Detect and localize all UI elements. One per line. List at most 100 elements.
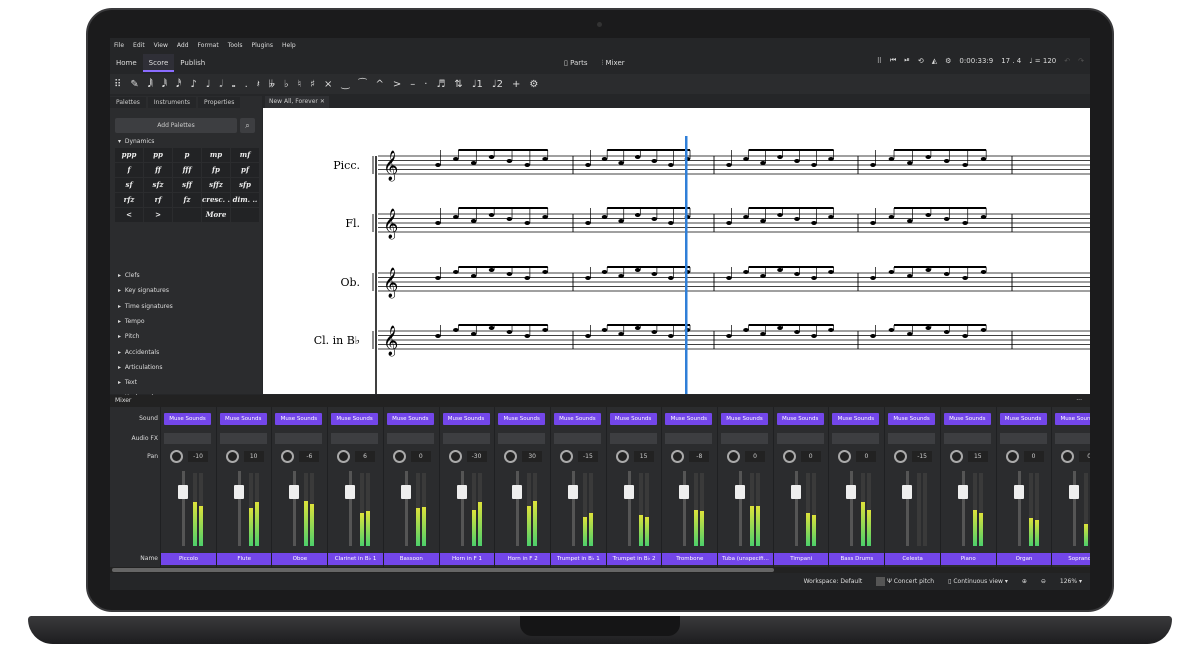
pan-knob[interactable] (727, 450, 740, 463)
volume-fader[interactable] (902, 485, 913, 499)
audio-fx-slot[interactable] (832, 433, 880, 444)
pan-value[interactable]: 0 (410, 451, 431, 462)
loop-icon[interactable]: ⟲ (918, 57, 924, 65)
volume-fader[interactable] (178, 485, 188, 499)
pencil-icon[interactable]: ✎ (130, 79, 138, 90)
pan-value[interactable]: -15 (577, 451, 598, 462)
quarter-icon[interactable]: ♩ (206, 79, 211, 90)
channel-name[interactable]: Horn in F 2 (495, 553, 551, 565)
pan-value[interactable]: 0 (1023, 451, 1044, 462)
dynamic-cell[interactable]: pf (231, 163, 259, 177)
channel-name[interactable]: Clarinet in B♭ 1 (328, 553, 384, 565)
palette-item[interactable]: ▸ Time signatures (118, 303, 173, 310)
pan-value[interactable]: -10 (188, 451, 208, 462)
audio-fx-slot[interactable] (553, 433, 601, 444)
pan-knob[interactable] (504, 450, 518, 463)
voice-1-icon[interactable]: ♩1 (472, 79, 483, 90)
panel-tab-properties[interactable]: Properties (198, 96, 241, 108)
audio-fx-slot[interactable] (498, 433, 546, 444)
dynamic-cell[interactable]: cresc. .. (202, 193, 230, 207)
audio-fx-slot[interactable] (164, 433, 211, 444)
sound-button[interactable]: Muse Sounds (721, 413, 768, 425)
sharp-icon[interactable]: ♯ (310, 79, 315, 90)
dynamic-cell[interactable]: sf (115, 178, 143, 192)
pan-value[interactable]: 15 (633, 451, 654, 462)
pan-value[interactable]: 0 (856, 451, 877, 462)
sound-button[interactable]: Muse Sounds (386, 413, 434, 425)
document-tab[interactable]: New All, Forever ✕ (265, 96, 329, 108)
whole-icon[interactable]: 𝅝 (232, 79, 236, 90)
settings-icon[interactable]: ⚙ (945, 57, 951, 65)
dynamic-cell[interactable]: sff (173, 178, 201, 192)
volume-fader[interactable] (790, 485, 801, 499)
add-palettes-button[interactable]: Add Palettes (115, 118, 237, 133)
volume-fader[interactable] (957, 485, 968, 499)
parts-button[interactable]: ▯ Parts (564, 59, 588, 67)
dynamic-cell[interactable]: mp (202, 148, 230, 162)
channel-name[interactable]: Piano (940, 553, 996, 565)
redo-icon[interactable]: ↷ (1078, 57, 1084, 65)
rewind-icon[interactable]: ⏮ (890, 56, 896, 65)
sound-button[interactable]: Muse Sounds (219, 413, 267, 425)
menu-format[interactable]: Format (198, 42, 219, 49)
panel-tab-instruments[interactable]: Instruments (147, 96, 197, 108)
audio-fx-slot[interactable] (665, 433, 713, 444)
pan-value[interactable]: -15 (912, 451, 933, 462)
volume-fader[interactable] (456, 485, 467, 499)
workspace-selector[interactable]: Workspace: Default (804, 578, 863, 585)
dynamic-cell[interactable]: mf (231, 148, 259, 162)
pan-value[interactable]: 0 (1079, 451, 1090, 462)
pan-knob[interactable] (225, 450, 239, 463)
channel-name[interactable]: Piccolo (161, 553, 216, 565)
dynamic-cell[interactable]: More (202, 208, 230, 222)
dynamic-cell[interactable]: sfp (231, 178, 259, 192)
dynamic-cell[interactable]: < (115, 208, 143, 222)
dynamic-cell[interactable] (173, 208, 201, 222)
sound-button[interactable]: Muse Sounds (275, 413, 323, 425)
undo-icon[interactable]: ↶ (1064, 57, 1070, 65)
palette-item[interactable]: ▸ Articulations (118, 364, 162, 371)
settings-icon[interactable]: ⚙ (529, 79, 538, 90)
pan-value[interactable]: -6 (299, 451, 320, 462)
pan-value[interactable]: -8 (689, 451, 710, 462)
volume-fader[interactable] (623, 485, 634, 499)
zoom-out-icon[interactable]: ⊖ (1041, 578, 1046, 585)
slur-icon[interactable]: ⁀ (358, 79, 366, 90)
menu-help[interactable]: Help (282, 42, 296, 49)
channel-name[interactable]: Horn in F 1 (439, 553, 495, 565)
staccato-icon[interactable]: · (424, 79, 427, 90)
channel-name[interactable]: Timpani (773, 553, 829, 565)
sound-button[interactable]: Muse Sounds (943, 413, 991, 425)
sound-button[interactable]: Muse Sounds (331, 413, 379, 425)
double-sharp-icon[interactable]: × (324, 79, 332, 90)
marcato-icon[interactable]: ^ (375, 79, 383, 90)
pan-knob[interactable] (170, 450, 183, 463)
dynamic-cell[interactable]: fp (202, 163, 230, 177)
pan-value[interactable]: 0 (745, 451, 765, 462)
audio-fx-slot[interactable] (331, 433, 379, 444)
add-icon[interactable]: + (512, 79, 520, 90)
dynamic-cell[interactable]: > (144, 208, 172, 222)
palette-item[interactable]: ▸ Clefs (118, 272, 140, 279)
pan-value[interactable]: -30 (466, 451, 487, 462)
channel-name[interactable]: Bassoon (383, 553, 439, 565)
pan-knob[interactable] (559, 450, 573, 463)
pan-knob[interactable] (281, 450, 295, 463)
menu-file[interactable]: File (114, 42, 124, 49)
pan-knob[interactable] (671, 450, 685, 463)
pan-value[interactable]: 0 (800, 451, 821, 462)
palette-item[interactable]: ▸ Key signatures (118, 287, 169, 294)
zoom-dropdown[interactable]: 126% ▾ (1060, 578, 1082, 585)
double-flat-icon[interactable]: 𝄫 (269, 79, 275, 90)
audio-fx-slot[interactable] (386, 433, 434, 444)
accent-icon[interactable]: > (393, 79, 401, 90)
dynamic-cell[interactable]: fz (173, 193, 201, 207)
dynamic-cell[interactable] (231, 208, 259, 222)
sound-button[interactable]: Muse Sounds (832, 413, 880, 425)
volume-fader[interactable] (233, 485, 244, 499)
score-page[interactable]: Picc. 𝄞 Fl. 𝄞 Ob. 𝄞 Cl. in B♭ 𝄞 (263, 108, 1090, 394)
tab-score[interactable]: Score (142, 54, 175, 72)
audio-fx-slot[interactable] (1055, 433, 1090, 444)
tenuto-icon[interactable]: – (410, 79, 415, 90)
dot-icon[interactable]: . (245, 79, 248, 90)
